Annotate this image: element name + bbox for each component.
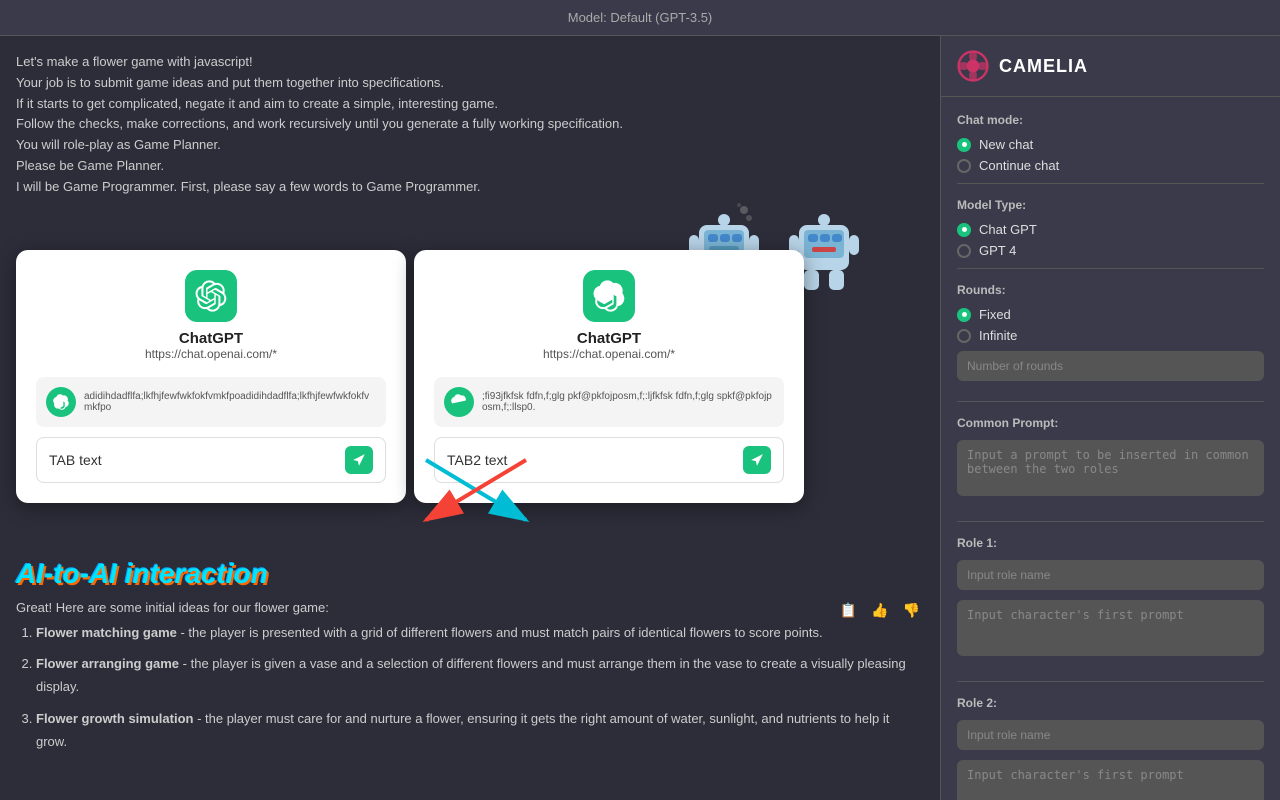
rounds-group: Fixed Infinite <box>957 307 1264 343</box>
sidebar-title: CAMELIA <box>999 56 1088 77</box>
popup-card-1-tab-text: TAB text <box>49 452 337 468</box>
popup-card-1-chat-text: adidihdadflfa;lkfhjfewfwkfokfvmkfpoadidi… <box>84 391 376 413</box>
list-item: Flower growth simulation - the player mu… <box>36 707 924 754</box>
radio-dot-fixed <box>957 308 971 322</box>
chatgpt-icon-1 <box>185 270 237 322</box>
rounds-input[interactable] <box>957 351 1264 381</box>
chat-mode-label: Chat mode: <box>957 113 1264 127</box>
list-item: Flower matching game - the player is pre… <box>36 621 924 644</box>
chat-mode-group: New chat Continue chat <box>957 137 1264 173</box>
popup-card-2-send-btn[interactable] <box>743 446 771 474</box>
role2-name-input[interactable] <box>957 720 1264 750</box>
response-actions: 📋 👍 👎 <box>836 600 924 621</box>
radio-continue-chat[interactable]: Continue chat <box>957 158 1264 173</box>
popup-card-1-send-btn[interactable] <box>345 446 373 474</box>
ai-interaction-label: AI-to-AI interaction <box>16 558 924 590</box>
role2-prompt-input[interactable] <box>957 760 1264 800</box>
chatgpt-icon-2 <box>583 270 635 322</box>
popup-card-1-avatar <box>46 387 76 417</box>
radio-chat-gpt[interactable]: Chat GPT <box>957 222 1264 237</box>
radio-dot-continue-chat <box>957 159 971 173</box>
response-list: Flower matching game - the player is pre… <box>16 621 924 754</box>
divider-2 <box>957 268 1264 269</box>
sidebar-header: CAMELIA <box>941 36 1280 97</box>
cross-arrows <box>406 450 546 530</box>
role1-prompt-input[interactable] <box>957 600 1264 656</box>
radio-new-chat[interactable]: New chat <box>957 137 1264 152</box>
radio-gpt4[interactable]: GPT 4 <box>957 243 1264 258</box>
top-bar: Model: Default (GPT-3.5) <box>0 0 1280 36</box>
rounds-label: Rounds: <box>957 283 1264 297</box>
response-intro-text: Great! Here are some initial ideas for o… <box>16 598 828 619</box>
popup-card-1-input-row[interactable]: TAB text <box>36 437 386 483</box>
divider-4 <box>957 521 1264 522</box>
popup-card-2-title: ChatGPT <box>577 330 641 347</box>
popup-overlay: ChatGPT https://chat.openai.com/* adidih… <box>16 220 924 540</box>
chat-area: Let's make a flower game with javascript… <box>0 36 940 800</box>
thumbs-down-button[interactable]: 👎 <box>899 600 924 621</box>
radio-dot-gpt4 <box>957 244 971 258</box>
model-type-label: Model Type: <box>957 198 1264 212</box>
main-layout: Let's make a flower game with javascript… <box>0 36 1280 800</box>
intro-message: Let's make a flower game with javascript… <box>16 52 924 198</box>
radio-dot-chat-gpt <box>957 223 971 237</box>
popup-card-2-header: ChatGPT https://chat.openai.com/* <box>434 270 784 361</box>
popup-card-1: ChatGPT https://chat.openai.com/* adidih… <box>16 250 406 503</box>
popup-card-2-chat-text: ;fi93jfkfsk fdfn,f;glg pkf@pkfojposm,f;:… <box>482 391 774 413</box>
sidebar: CAMELIA Chat mode: New chat Continue cha… <box>940 36 1280 800</box>
popup-card-1-title: ChatGPT <box>179 330 243 347</box>
response-section: Great! Here are some initial ideas for o… <box>16 598 924 762</box>
camelia-logo-icon <box>957 50 989 82</box>
common-prompt-input[interactable] <box>957 440 1264 496</box>
role2-label: Role 2: <box>957 696 1264 710</box>
popup-card-1-url: https://chat.openai.com/* <box>145 347 277 361</box>
sidebar-content: Chat mode: New chat Continue chat Model … <box>941 97 1280 800</box>
divider-3 <box>957 401 1264 402</box>
popup-card-1-header: ChatGPT https://chat.openai.com/* <box>36 270 386 361</box>
list-item: Flower arranging game - the player is gi… <box>36 652 924 699</box>
popup-card-2-chat-row: ;fi93jfkfsk fdfn,f;glg pkf@pkfojposm,f;:… <box>434 377 784 427</box>
radio-fixed[interactable]: Fixed <box>957 307 1264 322</box>
response-header: Great! Here are some initial ideas for o… <box>16 598 924 621</box>
model-label: Model: Default (GPT-3.5) <box>568 10 713 25</box>
model-type-group: Chat GPT GPT 4 <box>957 222 1264 258</box>
thumbs-up-button[interactable]: 👍 <box>867 600 892 621</box>
divider-1 <box>957 183 1264 184</box>
popup-card-2-url: https://chat.openai.com/* <box>543 347 675 361</box>
divider-5 <box>957 681 1264 682</box>
radio-dot-new-chat <box>957 138 971 152</box>
popup-cards-container: ChatGPT https://chat.openai.com/* adidih… <box>16 250 804 503</box>
radio-dot-infinite <box>957 329 971 343</box>
copy-button[interactable]: 📋 <box>836 600 861 621</box>
popup-card-2-avatar <box>444 387 474 417</box>
radio-infinite[interactable]: Infinite <box>957 328 1264 343</box>
popup-card-1-chat-row: adidihdadflfa;lkfhjfewfwkfokfvmkfpoadidi… <box>36 377 386 427</box>
role1-label: Role 1: <box>957 536 1264 550</box>
common-prompt-label: Common Prompt: <box>957 416 1264 430</box>
role1-name-input[interactable] <box>957 560 1264 590</box>
